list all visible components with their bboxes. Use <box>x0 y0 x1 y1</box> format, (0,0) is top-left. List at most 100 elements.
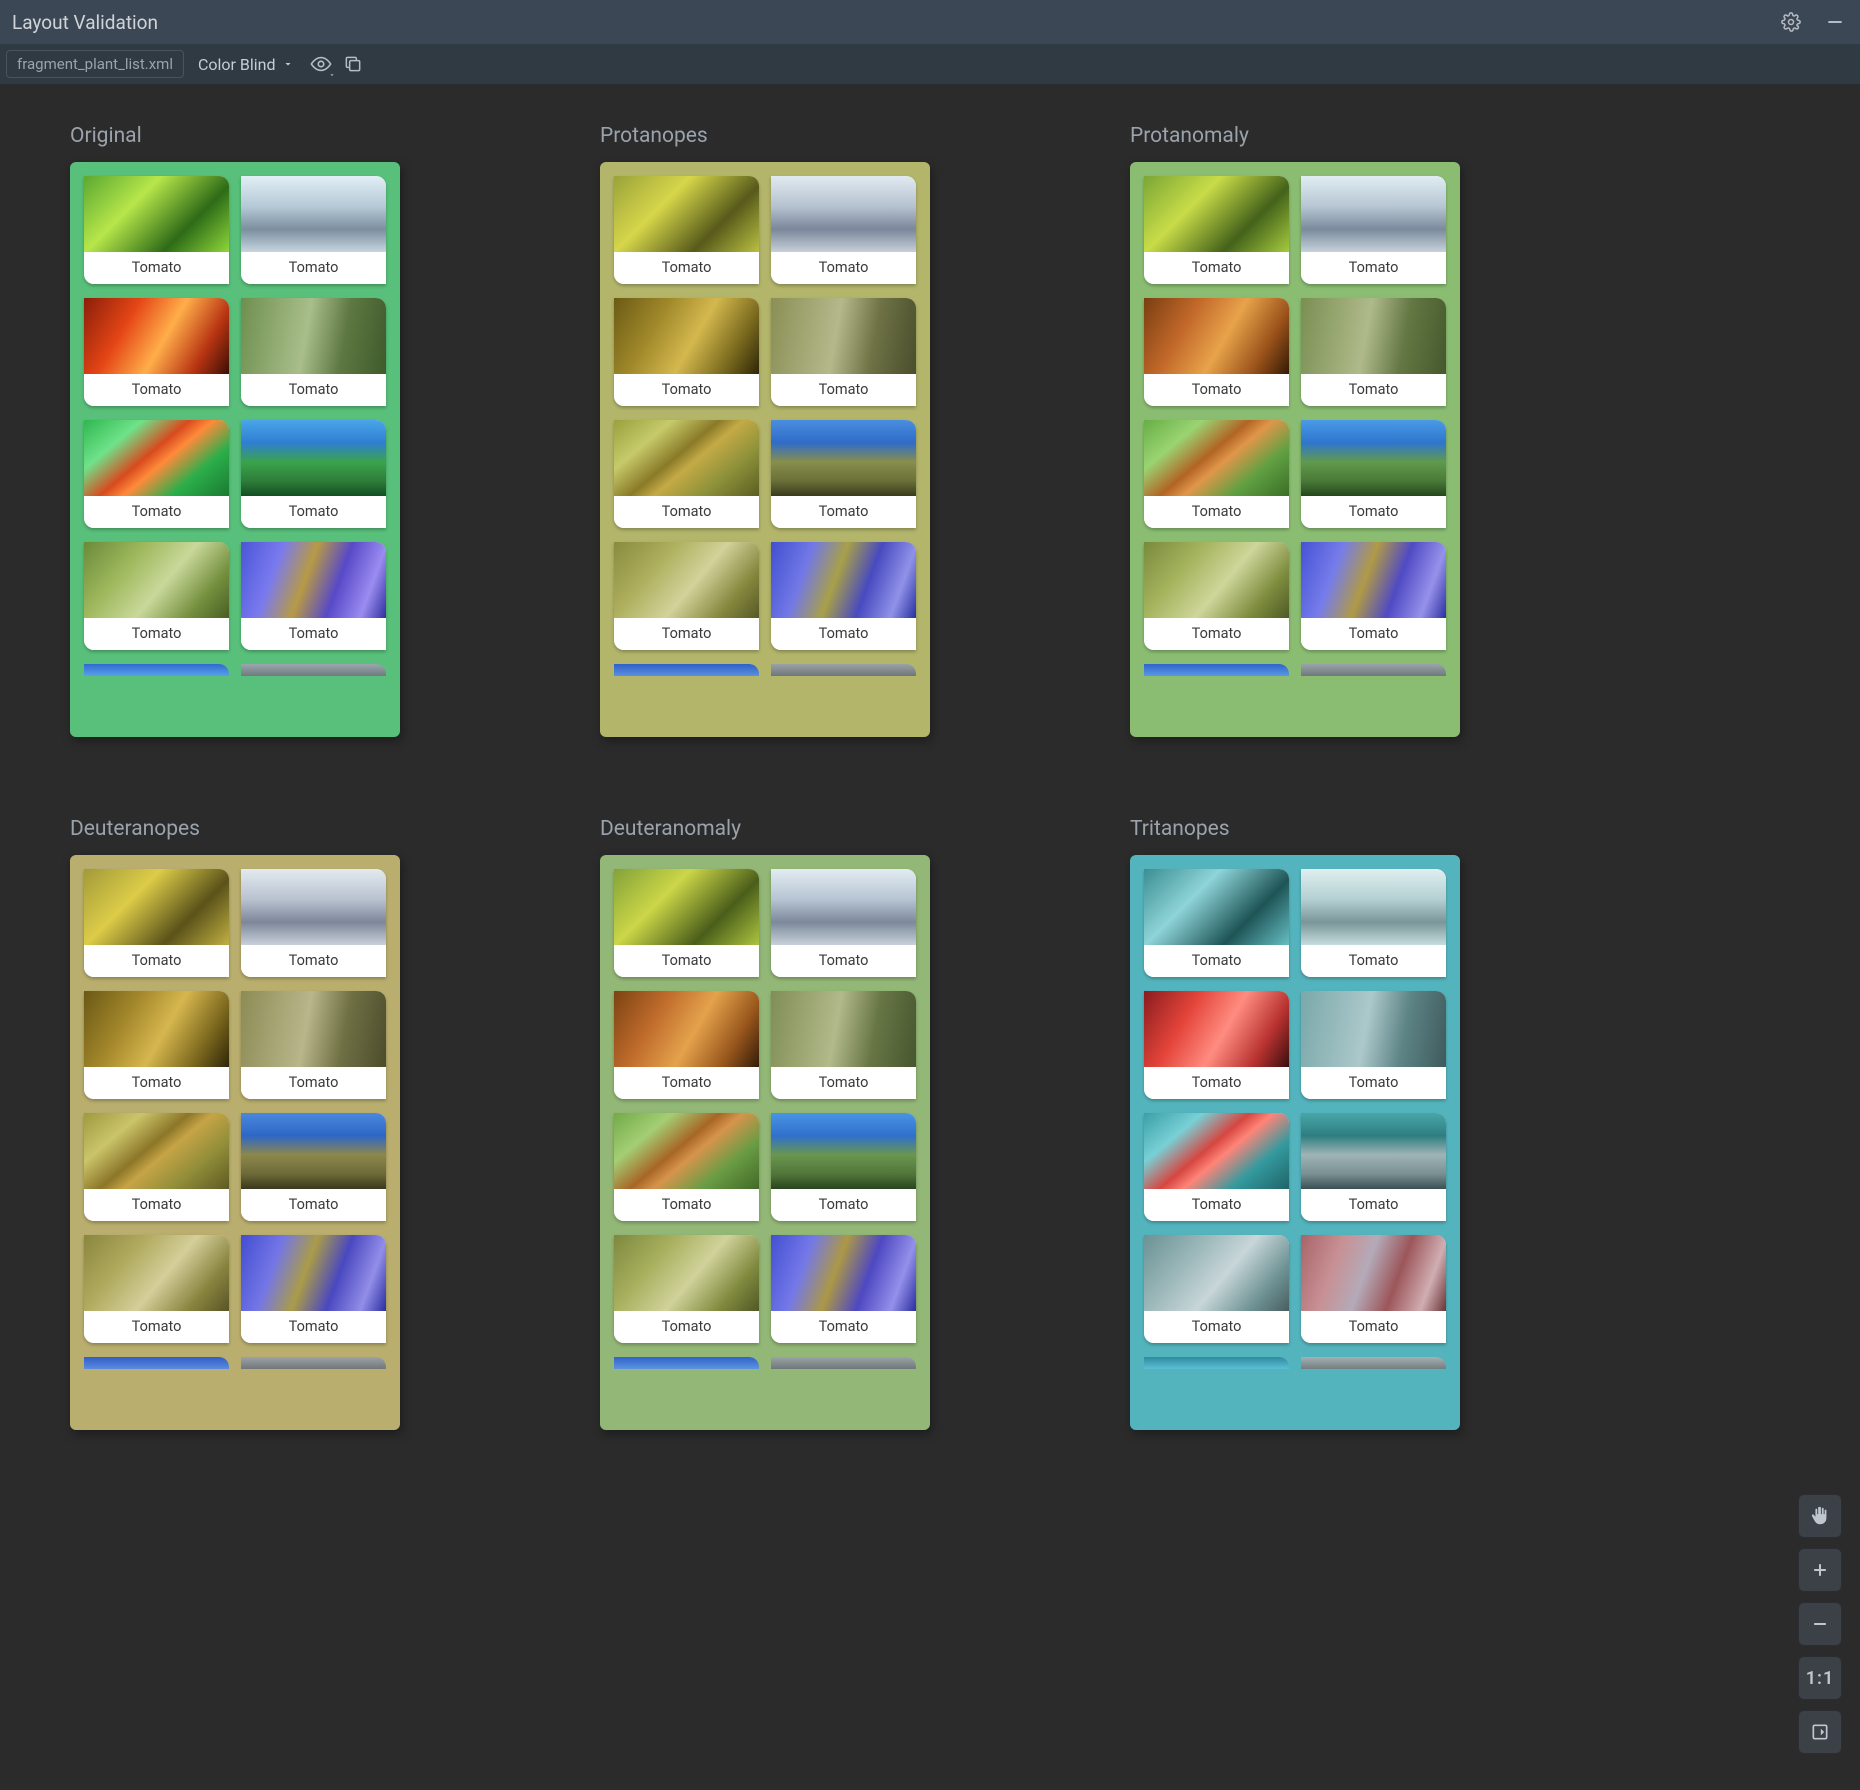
plant-card-peek <box>241 1357 386 1369</box>
plant-label: Tomato <box>614 1067 759 1099</box>
plant-card[interactable]: Tomato <box>241 176 386 284</box>
zoom-in-button[interactable] <box>1798 1548 1842 1592</box>
plant-card[interactable]: Tomato <box>84 298 229 406</box>
plant-card[interactable]: Tomato <box>771 420 916 528</box>
plant-card[interactable]: Tomato <box>1144 991 1289 1099</box>
plant-card[interactable]: Tomato <box>614 1113 759 1221</box>
plant-image <box>1144 176 1289 252</box>
gear-icon[interactable] <box>1778 9 1804 35</box>
plant-image <box>241 869 386 945</box>
plant-card[interactable]: Tomato <box>84 176 229 284</box>
panel-title: Layout Validation <box>12 11 158 34</box>
plant-label: Tomato <box>771 1311 916 1343</box>
plant-card[interactable]: Tomato <box>241 298 386 406</box>
plant-card[interactable]: Tomato <box>84 869 229 977</box>
plant-card[interactable]: Tomato <box>1144 1113 1289 1221</box>
plant-card[interactable]: Tomato <box>1301 420 1446 528</box>
pan-hand-button[interactable] <box>1798 1494 1842 1538</box>
plant-card[interactable]: Tomato <box>771 1235 916 1343</box>
minimize-icon[interactable] <box>1822 9 1848 35</box>
plant-card[interactable]: Tomato <box>771 176 916 284</box>
zoom-out-button[interactable] <box>1798 1602 1842 1646</box>
plant-card[interactable]: Tomato <box>1144 298 1289 406</box>
plant-card-peek <box>1144 1357 1289 1369</box>
plant-card[interactable]: Tomato <box>84 542 229 650</box>
plant-card[interactable]: Tomato <box>614 420 759 528</box>
plant-card[interactable]: Tomato <box>771 991 916 1099</box>
plant-card[interactable]: Tomato <box>1301 1235 1446 1343</box>
preview-title: Tritanopes <box>1130 817 1460 841</box>
panel-header: Layout Validation <box>0 0 1860 44</box>
plant-card[interactable]: Tomato <box>1301 298 1446 406</box>
preview-block[interactable]: DeuteranomalyTomatoTomatoTomatoTomatoTom… <box>600 817 930 1430</box>
plant-card[interactable]: Tomato <box>1144 542 1289 650</box>
plant-card[interactable]: Tomato <box>771 298 916 406</box>
plant-card[interactable]: Tomato <box>241 1113 386 1221</box>
plant-card[interactable]: Tomato <box>614 869 759 977</box>
plant-card[interactable]: Tomato <box>614 542 759 650</box>
copy-icon[interactable] <box>340 51 366 77</box>
plant-label: Tomato <box>771 1189 916 1221</box>
plant-card-peek <box>614 1357 759 1369</box>
device-frame: TomatoTomatoTomatoTomatoTomatoTomatoToma… <box>1130 162 1460 737</box>
plant-image <box>1301 542 1446 618</box>
plant-card[interactable]: Tomato <box>1301 869 1446 977</box>
plant-card[interactable]: Tomato <box>84 991 229 1099</box>
plant-card[interactable]: Tomato <box>771 542 916 650</box>
preview-block[interactable]: TritanopesTomatoTomatoTomatoTomatoTomato… <box>1130 817 1460 1430</box>
plant-card[interactable]: Tomato <box>241 991 386 1099</box>
preview-canvas[interactable]: OriginalTomatoTomatoTomatoTomatoTomatoTo… <box>0 84 1860 1790</box>
plant-image <box>614 1113 759 1189</box>
plant-image <box>84 542 229 618</box>
plant-card[interactable]: Tomato <box>614 991 759 1099</box>
plant-image <box>241 542 386 618</box>
plant-card[interactable]: Tomato <box>84 1235 229 1343</box>
zoom-fit-button[interactable] <box>1798 1710 1842 1754</box>
plant-card[interactable]: Tomato <box>771 869 916 977</box>
plant-card[interactable]: Tomato <box>241 1235 386 1343</box>
plant-card[interactable]: Tomato <box>1144 869 1289 977</box>
plant-image <box>241 298 386 374</box>
mode-dropdown[interactable]: Color Blind <box>190 51 302 78</box>
plant-card-peek <box>1301 1357 1446 1369</box>
plant-label: Tomato <box>241 1189 386 1221</box>
preview-title: Original <box>70 124 400 148</box>
plant-image <box>771 1113 916 1189</box>
plant-label: Tomato <box>1144 252 1289 284</box>
preview-title: Protanopes <box>600 124 930 148</box>
plant-image <box>614 991 759 1067</box>
plant-card[interactable]: Tomato <box>1144 420 1289 528</box>
preview-block[interactable]: ProtanopesTomatoTomatoTomatoTomatoTomato… <box>600 124 930 737</box>
preview-block[interactable]: OriginalTomatoTomatoTomatoTomatoTomatoTo… <box>70 124 400 737</box>
plant-card[interactable]: Tomato <box>771 1113 916 1221</box>
file-name-chip[interactable]: fragment_plant_list.xml <box>6 50 184 78</box>
plant-card[interactable]: Tomato <box>84 420 229 528</box>
plant-card[interactable]: Tomato <box>1301 542 1446 650</box>
plant-card[interactable]: Tomato <box>84 1113 229 1221</box>
zoom-1to1-button[interactable]: 1:1 <box>1798 1656 1842 1700</box>
plant-label: Tomato <box>1301 496 1446 528</box>
plant-card[interactable]: Tomato <box>614 176 759 284</box>
plant-card[interactable]: Tomato <box>614 298 759 406</box>
preview-title: Deuteranomaly <box>600 817 930 841</box>
plant-card[interactable]: Tomato <box>1301 176 1446 284</box>
plant-label: Tomato <box>771 252 916 284</box>
plant-card-peek <box>771 664 916 676</box>
plant-card[interactable]: Tomato <box>1301 1113 1446 1221</box>
plant-card[interactable]: Tomato <box>241 542 386 650</box>
plant-card[interactable]: Tomato <box>1301 991 1446 1099</box>
preview-block[interactable]: ProtanomalyTomatoTomatoTomatoTomatoTomat… <box>1130 124 1460 737</box>
plant-image <box>1301 991 1446 1067</box>
plant-card[interactable]: Tomato <box>1144 1235 1289 1343</box>
plant-card[interactable]: Tomato <box>614 1235 759 1343</box>
plant-card[interactable]: Tomato <box>241 420 386 528</box>
plant-image <box>241 1235 386 1311</box>
eye-icon[interactable] <box>308 51 334 77</box>
plant-card[interactable]: Tomato <box>1144 176 1289 284</box>
plant-image <box>614 542 759 618</box>
device-frame: TomatoTomatoTomatoTomatoTomatoTomatoToma… <box>70 162 400 737</box>
plant-label: Tomato <box>84 252 229 284</box>
plant-card-peek <box>84 1357 229 1369</box>
plant-card[interactable]: Tomato <box>241 869 386 977</box>
preview-block[interactable]: DeuteranopesTomatoTomatoTomatoTomatoToma… <box>70 817 400 1430</box>
